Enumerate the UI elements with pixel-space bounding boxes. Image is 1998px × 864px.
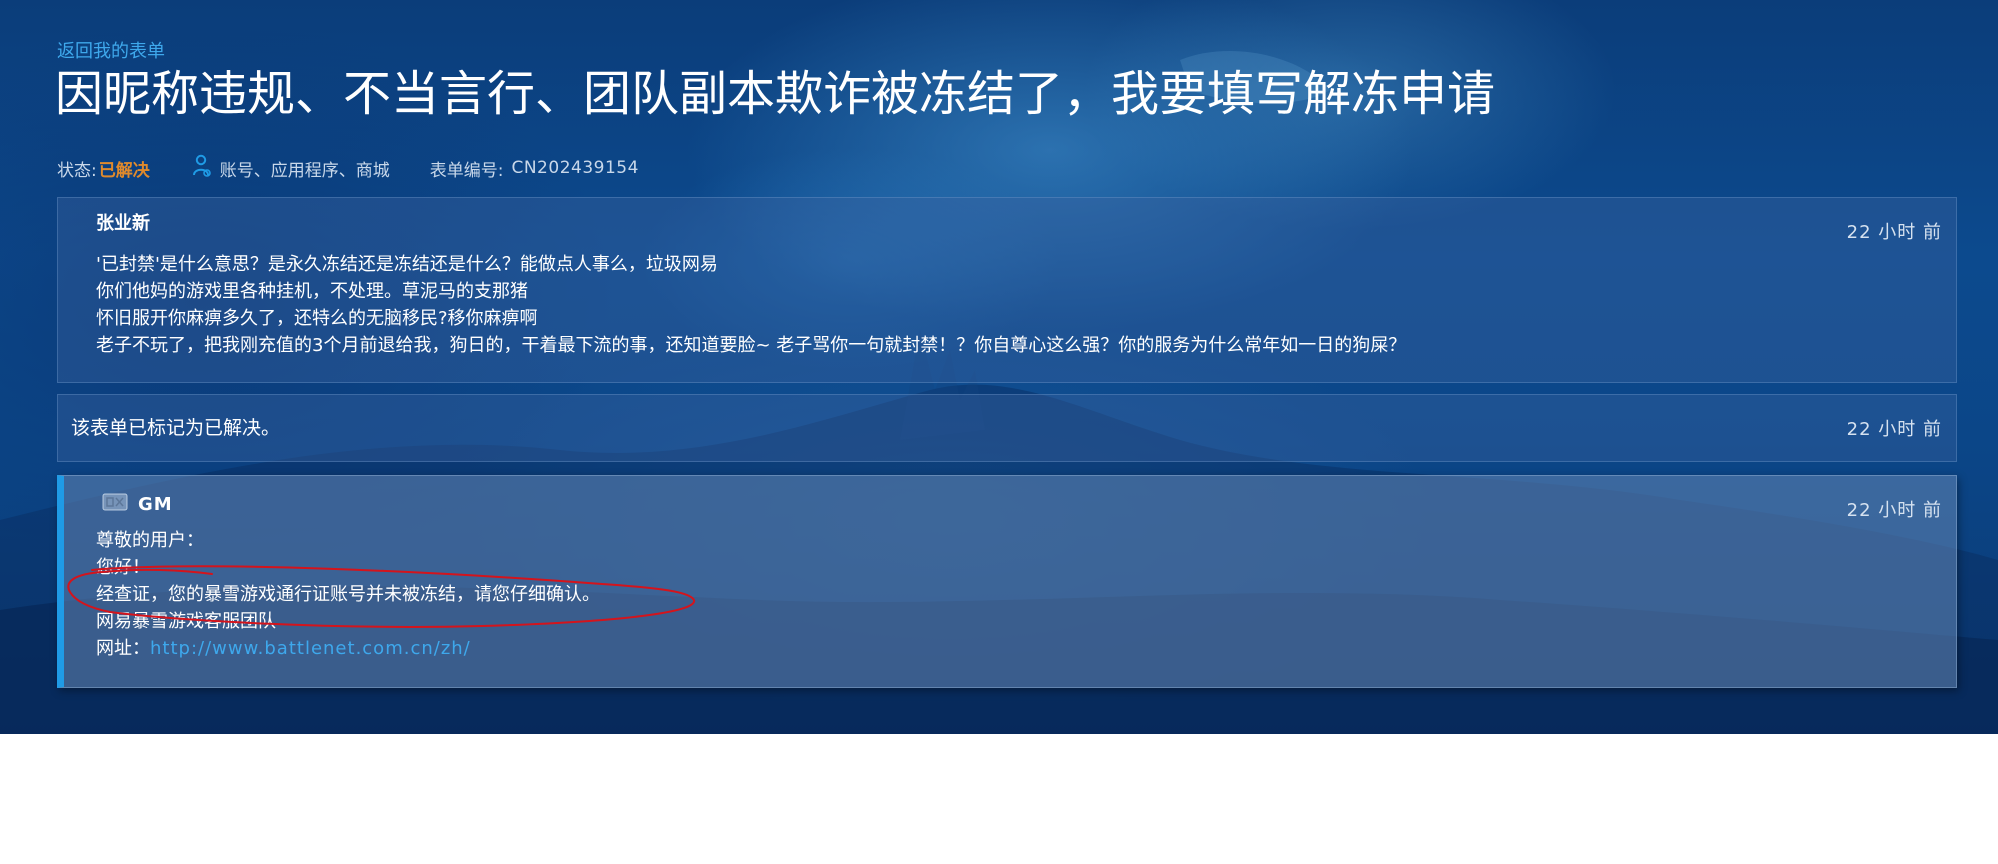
message-line: 怀旧服开你麻痹多久了，还特么的无脑移民?移你麻痹啊 (96, 308, 538, 329)
message-author: 张业新 (96, 213, 150, 234)
message-line: 您好！ (96, 557, 150, 578)
message-author: GM (138, 493, 173, 515)
message-line: 尊敬的用户： (96, 530, 204, 551)
gm-author-header: GM (102, 492, 173, 516)
category-label: 账号、应用程序、商城 (219, 160, 390, 181)
message-body: 尊敬的用户： 您好！ 经查证，您的暴雪游戏通行证账号并未被冻结，请您仔细确认。 … (96, 527, 600, 662)
page-title: 因昵称违规、不当言行、团队副本欺诈被冻结了，我要填写解冻申请 (55, 66, 1496, 122)
user-gear-icon (192, 154, 212, 183)
back-to-tickets-link[interactable]: 返回我的表单 (57, 40, 165, 64)
message-line: 老子不玩了，把我刚充值的3个月前退给我，狗日的，干着最下流的事，还知道要脸~ 老… (96, 335, 1407, 356)
message-line: 经查证，您的暴雪游戏通行证账号并未被冻结，请您仔细确认。 (96, 584, 600, 605)
status-label: 状态: (57, 160, 97, 181)
system-message: 该表单已标记为已解决。 (71, 417, 281, 439)
message-timestamp: 22 小时 前 (1846, 419, 1942, 440)
ticket-meta: 状态: 已解决 账号、应用程序、商城 表单编号: CN202439154 (57, 154, 639, 183)
website-label: 网址： (96, 638, 150, 659)
user-message-card: 张业新 22 小时 前 '已封禁'是什么意思？是永久冻结还是冻结还是什么？能做点… (57, 197, 1957, 383)
page-background: 返回我的表单 因昵称违规、不当言行、团队副本欺诈被冻结了，我要填写解冻申请 状态… (0, 0, 1998, 734)
system-status-card: 该表单已标记为已解决。 22 小时 前 (57, 394, 1957, 462)
message-line: '已封禁'是什么意思？是永久冻结还是冻结还是什么？能做点人事么，垃圾网易 (96, 254, 718, 275)
message-timestamp: 22 小时 前 (1846, 222, 1942, 243)
gm-badge-icon (102, 492, 128, 516)
ticket-category: 账号、应用程序、商城 (192, 154, 390, 183)
ticket-label: 表单编号: (429, 160, 504, 181)
message-line: 网易暴雪游戏客服团队 (96, 611, 276, 632)
ticket-number: CN202439154 (511, 158, 639, 178)
message-body: '已封禁'是什么意思？是永久冻结还是冻结还是什么？能做点人事么，垃圾网易 你们他… (96, 251, 1406, 359)
gm-reply-card: GM 22 小时 前 尊敬的用户： 您好！ 经查证，您的暴雪游戏通行证账号并未被… (57, 475, 1957, 688)
website-line: 网址：http://www.battlenet.com.cn/zh/ (96, 635, 600, 662)
message-line: 你们他妈的游戏里各种挂机，不处理。草泥马的支那猪 (96, 281, 528, 302)
website-link[interactable]: http://www.battlenet.com.cn/zh/ (150, 638, 471, 659)
message-timestamp: 22 小时 前 (1846, 500, 1942, 521)
status-badge: 已解决 (98, 160, 150, 181)
